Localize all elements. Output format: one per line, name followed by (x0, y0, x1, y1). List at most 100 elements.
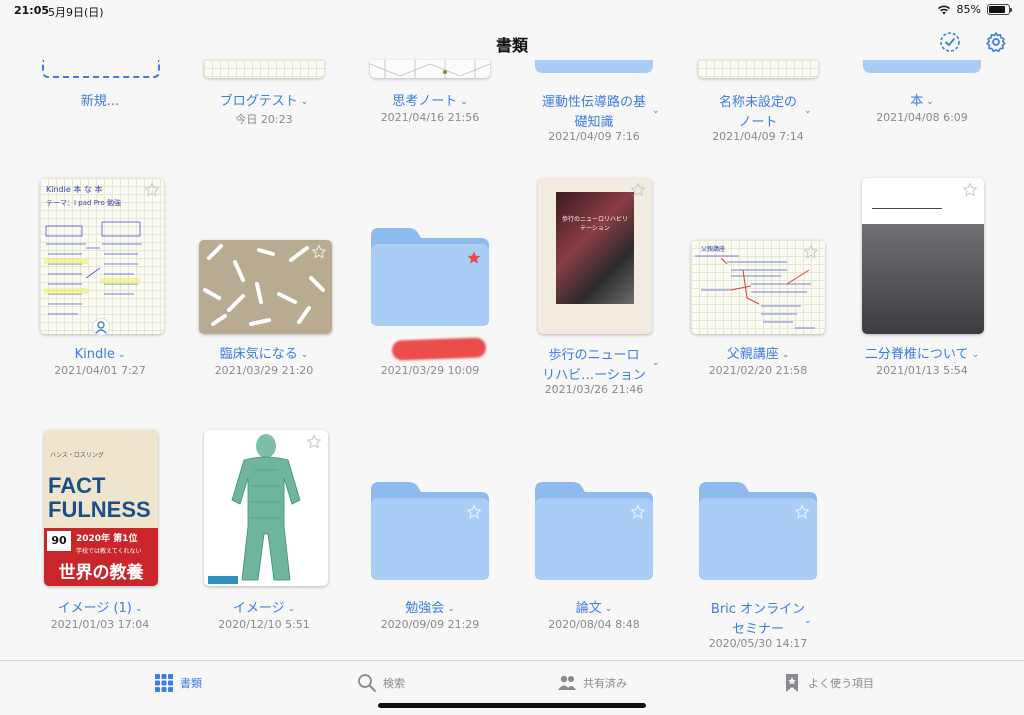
item-label-row: 思考ノート ⌄ (348, 93, 512, 111)
item-label: 論文 (575, 601, 602, 616)
item-label-line1: 歩行のニューロ (548, 348, 640, 363)
document-thumbnail: Kindle 本 な 本 テーマ：I pad Pro 勉強 (40, 178, 164, 334)
item-label-line1: 名称未設定の (718, 95, 797, 110)
tab-shared[interactable]: 共有済み (557, 673, 627, 693)
document-item[interactable]: ブログテスト ⌄ 今日 20:23 (182, 60, 346, 130)
folder-item[interactable]: 本 ⌄ 2021/04/08 6:09 (840, 60, 1004, 130)
book-cover-thumbnail: ハンス・ロスリング FACT FULNESS 90 2020年 第1位 学校では… (44, 430, 158, 586)
chevron-down-icon[interactable]: ⌄ (652, 106, 660, 116)
folder-item[interactable]: Bric オンライン セミナー ⌄ 2020/05/30 14:17 (676, 430, 840, 655)
item-date: 2020/05/30 14:17 (708, 637, 808, 650)
star-outline-icon[interactable] (630, 182, 646, 198)
document-item[interactable]: 名称未設定の ノート ⌄ 2021/04/09 7:14 (676, 60, 840, 145)
item-label-row: 二分脊椎について ⌄ (840, 346, 1004, 364)
item-label: ブログテスト (219, 94, 298, 109)
item-date: 2021/04/08 6:09 (876, 111, 968, 124)
folder-item[interactable]: 運動性伝導路の基 礎知識 ⌄ 2021/04/09 7:16 (512, 60, 676, 145)
folder-icon (699, 482, 817, 580)
tab-label: 共有済み (583, 677, 627, 690)
document-thumbnail: 父親講座 (691, 240, 825, 334)
document-item[interactable]: イメージ ⌄ 2020/12/10 5:51 (182, 430, 346, 635)
star-outline-icon[interactable] (962, 182, 978, 198)
document-item[interactable]: ハンス・ロスリング FACT FULNESS 90 2020年 第1位 学校では… (18, 430, 182, 635)
star-outline-icon[interactable] (144, 182, 160, 198)
tab-label: 書類 (180, 677, 202, 690)
chevron-down-icon[interactable]: ⌄ (782, 350, 790, 360)
documents-grid: 新規... ブログテスト ⌄ 今日 20:23 思考ノート ⌄ 2021/04/16… (0, 0, 1024, 660)
document-item[interactable]: 父親講座 父親講座 ⌄ 2021/02/20 21:58 (676, 178, 840, 378)
item-date: 2020/12/10 5:51 (218, 618, 310, 631)
home-indicator[interactable] (378, 703, 646, 708)
star-outline-icon[interactable] (306, 434, 322, 450)
band-title: 世界の教養 (58, 563, 144, 583)
item-label-line1: Bric オンライン (710, 602, 806, 617)
item-label: Kindle (74, 347, 115, 362)
tab-label: 検索 (383, 677, 405, 690)
chevron-down-icon[interactable]: ⌄ (652, 358, 660, 368)
handwriting-sketch (44, 221, 142, 315)
document-item[interactable]: 思考ノート ⌄ 2021/04/16 21:56 (348, 60, 512, 130)
item-label: 勉強会 (405, 601, 445, 616)
chevron-down-icon[interactable]: ⌄ (135, 604, 143, 614)
document-thumbnail (370, 60, 490, 78)
item-label-line2: リハビ…ーション (542, 368, 646, 383)
document-item[interactable]: 歩行のニューロリハビリテーション 歩行のニューロ リハビ…ーション ⌄ 2021… (512, 178, 676, 398)
chevron-down-icon[interactable]: ⌄ (118, 350, 126, 360)
item-label-row: ブログテスト ⌄ (182, 93, 346, 111)
star-outline-icon[interactable] (466, 504, 482, 520)
tab-favorites[interactable]: よく使う項目 (782, 673, 874, 693)
star-outline-icon[interactable] (803, 244, 819, 260)
document-thumbnail (698, 60, 818, 78)
document-item[interactable]: Kindle 本 な 本 テーマ：I pad Pro 勉強 Kindle ⌄ 2… (18, 178, 182, 378)
badge-90: 90 (47, 531, 71, 551)
chevron-down-icon[interactable]: ⌄ (926, 97, 934, 107)
shared-badge-icon (92, 318, 110, 336)
item-date: 2020/09/09 21:29 (380, 618, 480, 631)
chevron-down-icon[interactable]: ⌄ (804, 106, 812, 116)
item-label-row: 臨床気になる ⌄ (182, 346, 346, 364)
item-date: 2021/02/20 21:58 (708, 364, 808, 377)
document-item[interactable]: 臨床気になる ⌄ 2021/03/29 21:20 (182, 178, 346, 378)
folder-item[interactable]: 論文 ⌄ 2020/08/04 8:48 (512, 430, 676, 635)
chevron-down-icon[interactable]: ⌄ (447, 604, 455, 614)
tab-documents[interactable]: 書類 (154, 673, 202, 693)
chevron-down-icon[interactable]: ⌄ (301, 350, 309, 360)
item-date: 2020/08/04 8:48 (548, 618, 640, 631)
new-document-item[interactable]: 新規... (18, 60, 182, 130)
folder-item[interactable]: 勉強会 ⌄ 2020/09/09 21:29 (348, 430, 512, 635)
chevron-down-icon[interactable]: ⌄ (972, 350, 980, 360)
dark-cover-block (862, 224, 984, 334)
chevron-down-icon[interactable]: ⌄ (460, 97, 468, 107)
document-item[interactable]: 二分脊椎について ⌄ 2021/01/13 5:54 (840, 178, 1004, 378)
star-filled-icon[interactable] (466, 250, 482, 266)
star-outline-icon[interactable] (630, 504, 646, 520)
item-label-row: イメージ (1) ⌄ (18, 600, 182, 618)
bookmark-icon (786, 674, 798, 692)
book-title-fulness: FULNESS (48, 497, 151, 522)
item-label-row: 論文 ⌄ (512, 600, 676, 618)
book-cover-image: 歩行のニューロリハビリテーション (556, 192, 634, 304)
chevron-down-icon[interactable]: ⌄ (288, 604, 296, 614)
item-label: イメージ (232, 601, 285, 616)
item-label: 二分脊椎について (864, 347, 969, 362)
book-title-fact: FACT (48, 473, 106, 498)
book-band: 90 2020年 第1位 学校では教えてくれない 世界の教養 (44, 528, 158, 586)
star-outline-icon[interactable] (794, 504, 810, 520)
item-date: 2021/03/29 21:20 (214, 364, 314, 377)
documents-app: 21:05 5月9日(日) 85% 書類 新規... ブログテスト ⌄ 今日 2… (0, 0, 1024, 715)
item-date: 2021/04/01 7:27 (54, 364, 146, 377)
chevron-down-icon[interactable]: ⌄ (301, 97, 309, 107)
folder-icon (863, 60, 981, 73)
item-label-line1: 運動性伝導路の基 (541, 95, 646, 110)
item-label-row: 勉強会 ⌄ (348, 600, 512, 618)
ranking-text: 2020年 第1位 (76, 534, 138, 544)
item-label-row: 本 ⌄ (840, 93, 1004, 111)
tab-search[interactable]: 検索 (357, 673, 405, 693)
star-outline-icon[interactable] (311, 244, 327, 260)
book-cover-thumbnail (204, 430, 328, 586)
item-date: 2021/03/29 10:09 (380, 364, 480, 377)
redacted-label (391, 337, 487, 361)
book-title-text: 歩行のニューロリハビリテーション (561, 216, 628, 232)
chevron-down-icon[interactable]: ⌄ (605, 604, 613, 614)
chevron-down-icon[interactable]: ⌄ (804, 616, 812, 626)
